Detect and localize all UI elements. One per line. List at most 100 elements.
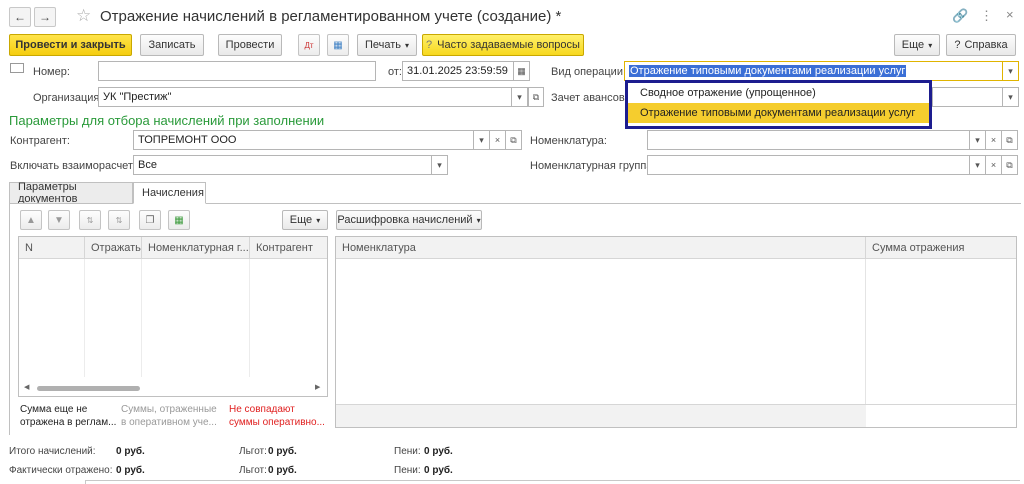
chevron-down-icon[interactable]: ▾	[1003, 61, 1019, 81]
arrow-left-icon: ←	[14, 10, 26, 24]
penalty-value: 0 руб.	[424, 446, 453, 457]
chevron-down-icon[interactable]: ▾	[1003, 87, 1019, 107]
move-down-icon[interactable]: ▼	[48, 210, 70, 230]
horizontal-scrollbar[interactable]: ◀ ▶	[19, 382, 327, 396]
clear-icon[interactable]: ×	[986, 130, 1002, 150]
save-button[interactable]: Записать	[140, 34, 204, 56]
post-button[interactable]: Провести	[218, 34, 282, 56]
chevron-down-icon[interactable]: ▾	[970, 155, 986, 175]
sort-asc-icon[interactable]: ⇅	[79, 210, 101, 230]
scroll-left-icon[interactable]: ◀	[24, 383, 29, 391]
settlements-label: Включать взаиморасчеты:	[10, 160, 144, 172]
open-icon[interactable]: ⧉	[1002, 130, 1018, 150]
page-title: Отражение начислений в регламентированно…	[100, 8, 562, 25]
organization-label: Организация:	[33, 92, 103, 104]
back-button[interactable]: ←	[9, 7, 31, 27]
column-nomgroup[interactable]: Номенклатурная г...	[142, 236, 250, 259]
benefit-value: 0 руб.	[268, 465, 297, 476]
actual-label: Фактически отражено:	[9, 465, 113, 476]
offset-field[interactable]	[932, 87, 1003, 107]
open-icon[interactable]: ⧉	[506, 130, 522, 150]
scroll-thumb[interactable]	[37, 386, 140, 391]
right-grid-footer	[336, 405, 866, 427]
comment-field[interactable]	[85, 480, 1020, 484]
chevron-down-icon[interactable]: ▾	[432, 155, 448, 175]
left-grid-body	[19, 259, 327, 377]
column-reflect[interactable]: Отражать	[85, 236, 142, 259]
sort-desc-icon[interactable]: ⇅	[108, 210, 130, 230]
open-icon[interactable]: ⧉	[528, 87, 544, 107]
print-button[interactable]: Печать ▾	[357, 34, 417, 56]
grid-more-label: Еще	[289, 214, 313, 226]
nomgroup-field[interactable]	[647, 155, 970, 175]
penalty-value: 0 руб.	[424, 465, 453, 476]
number-label: Номер:	[33, 66, 70, 78]
date-field[interactable]: 31.01.2025 23:59:59	[402, 61, 514, 81]
column-amount[interactable]: Сумма отражения	[866, 237, 1016, 259]
chevron-down-icon[interactable]: ▾	[970, 130, 986, 150]
tab-accruals[interactable]: Начисления	[133, 182, 206, 204]
penalty-label: Пени:	[394, 465, 421, 476]
comment-icon[interactable]	[10, 63, 24, 73]
settlements-field[interactable]: Все	[133, 155, 432, 175]
structure-icon[interactable]: ▦	[327, 34, 349, 56]
dropdown-option[interactable]: Сводное отражение (упрощенное)	[628, 83, 929, 103]
date-label: от:	[388, 66, 402, 78]
actual-value: 0 руб.	[116, 465, 145, 476]
operation-value: Отражение типовыми документами реализаци…	[629, 65, 907, 77]
chevron-down-icon[interactable]: ▾	[512, 87, 528, 107]
question-icon: ?	[954, 39, 961, 51]
help-button[interactable]: ? Справка	[946, 34, 1016, 56]
calendar-icon[interactable]: ▦	[514, 61, 530, 81]
print-label: Печать	[364, 39, 402, 51]
legend-text: суммы оперативно...	[229, 417, 325, 428]
legend-not-reflected: Сумма еще не отражена в реглам...	[20, 403, 116, 429]
tab-document-params[interactable]: Параметры документов	[9, 181, 133, 205]
open-icon[interactable]: ⧉	[1002, 155, 1018, 175]
post-and-close-button[interactable]: Провести и закрыть	[9, 34, 132, 56]
clear-icon[interactable]: ×	[986, 155, 1002, 175]
more-label: Еще	[901, 39, 925, 51]
operation-field[interactable]: Отражение типовыми документами реализаци…	[624, 61, 1003, 81]
operation-dropdown: Сводное отражение (упрощенное) Отражение…	[625, 80, 932, 129]
operation-label: Вид операции:	[551, 66, 627, 78]
fill-icon[interactable]: ▦	[168, 210, 190, 230]
column-contractor[interactable]: Контрагент	[250, 237, 327, 259]
dt-kt-icon[interactable]: Дт	[298, 34, 320, 56]
benefit-value: 0 руб.	[268, 446, 297, 457]
dropdown-option-selected[interactable]: Отражение типовыми документами реализаци…	[628, 103, 929, 123]
left-grid[interactable]: N Отражать Номенклатурная г... Контраген…	[18, 236, 328, 397]
decode-accruals-button[interactable]: Расшифровка начислений ▾	[336, 210, 482, 230]
copy-icon[interactable]: ❐	[139, 210, 161, 230]
legend-text: Не совпадают	[229, 404, 295, 415]
move-up-icon[interactable]: ▲	[20, 210, 42, 230]
decode-label: Расшифровка начислений	[337, 214, 473, 226]
right-grid[interactable]: Номенклатура Сумма отражения	[335, 236, 1017, 428]
benefit-label: Льгот:	[239, 465, 267, 476]
more-vertical-icon[interactable]: ⋮	[980, 8, 993, 24]
legend-text: в оперативном уче...	[121, 417, 217, 428]
help-label: Справка	[964, 39, 1008, 51]
column-n[interactable]: N	[19, 236, 85, 259]
contractor-field[interactable]: ТОПРЕМОНТ ООО	[133, 130, 474, 150]
chevron-down-icon[interactable]: ▾	[474, 130, 490, 150]
close-icon[interactable]: ×	[1006, 7, 1014, 22]
chevron-down-icon: ▾	[405, 40, 410, 50]
benefit-label: Льгот:	[239, 446, 267, 457]
grid-more-button[interactable]: Еще ▾	[282, 210, 328, 230]
column-nomenclature[interactable]: Номенклатура	[336, 236, 866, 259]
forward-button[interactable]: →	[34, 7, 56, 27]
scroll-right-icon[interactable]: ▶	[315, 383, 320, 391]
more-button[interactable]: Еще ▾	[894, 34, 940, 56]
star-icon[interactable]: ☆	[76, 6, 91, 26]
link-icon[interactable]: 🔗	[952, 8, 968, 24]
organization-field[interactable]: УК "Престиж"	[98, 87, 512, 107]
nomenclature-field[interactable]	[647, 130, 970, 150]
nomgroup-label: Номенклатурная группа:	[530, 160, 656, 172]
number-field[interactable]	[98, 61, 376, 81]
chevron-down-icon: ▾	[476, 215, 481, 225]
accrued-value: 0 руб.	[116, 446, 145, 457]
faq-button[interactable]: ? Часто задаваемые вопросы	[422, 34, 584, 56]
clear-icon[interactable]: ×	[490, 130, 506, 150]
chevron-down-icon: ▾	[316, 215, 321, 225]
